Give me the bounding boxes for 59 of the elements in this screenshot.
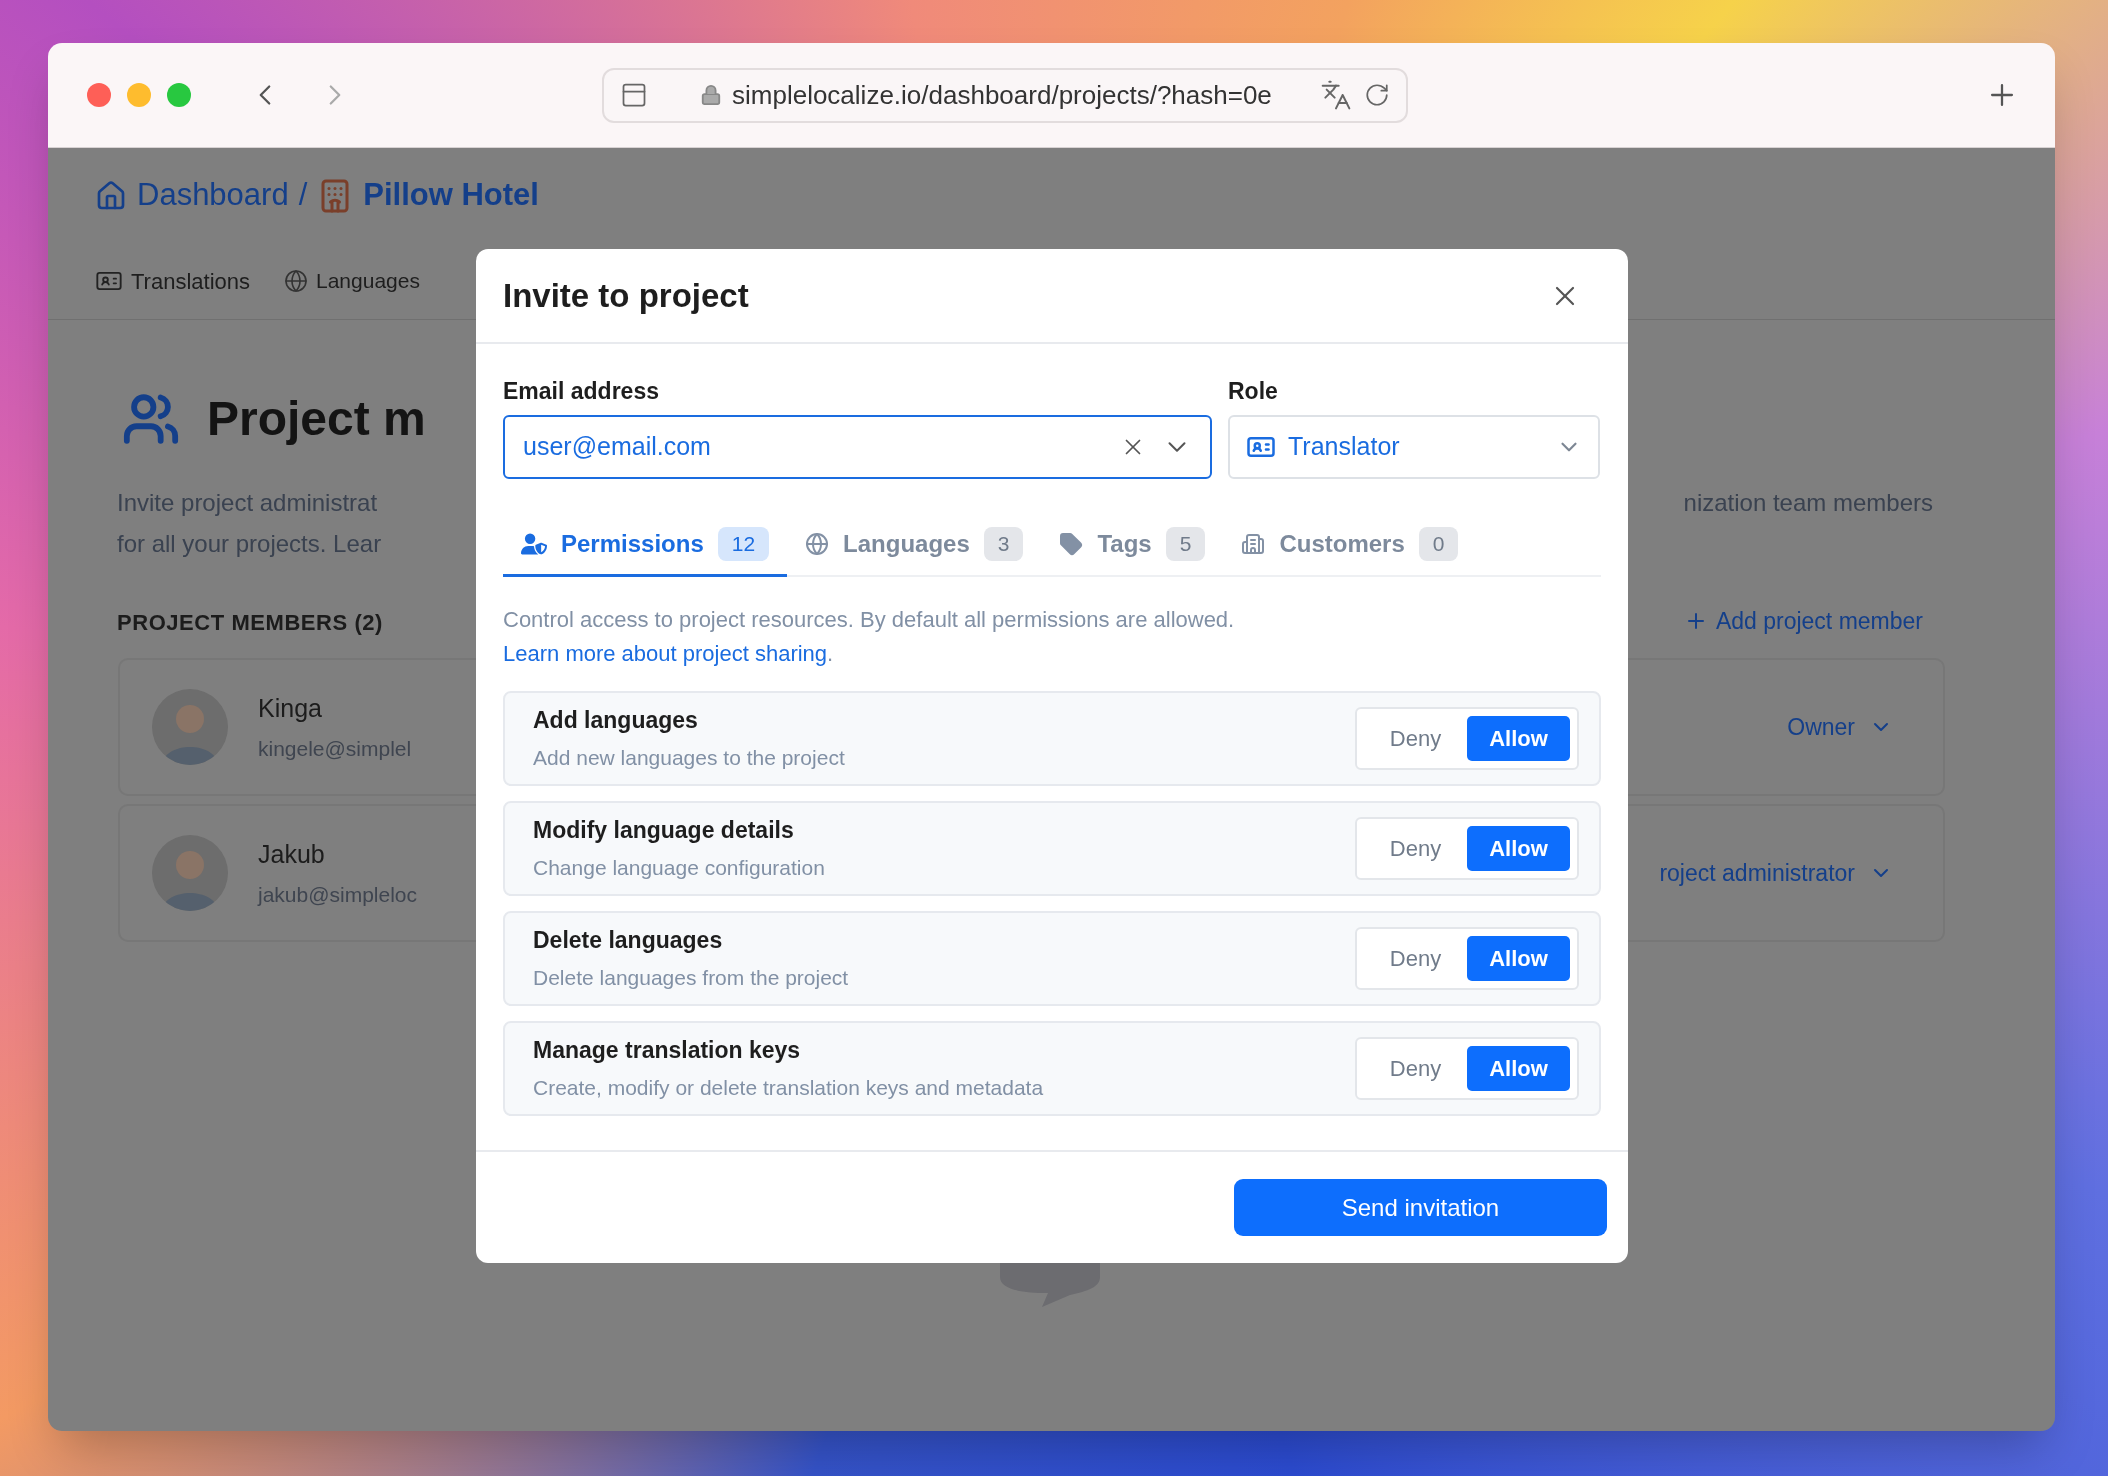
dialog-tab[interactable]: Tags 5 <box>1041 514 1224 577</box>
page-tab[interactable]: Translations <box>131 264 250 298</box>
reload-icon[interactable] <box>1364 82 1390 108</box>
section-title: PROJECT MEMBERS (2) <box>116 609 384 636</box>
role-dropdown[interactable]: roject administrator <box>1659 855 1855 891</box>
field-label: Role <box>1228 377 1279 406</box>
breadcrumb-separator: / <box>298 176 308 215</box>
globe-icon <box>805 532 830 556</box>
member-email: jakub@simpleloc <box>258 882 418 908</box>
tag-icon <box>1059 532 1084 556</box>
field-label: Email address <box>503 377 660 406</box>
permission-subtitle: Delete languages from the project <box>533 964 849 991</box>
permission-title: Add languages <box>533 706 699 735</box>
page-description: nization team members <box>1683 488 1933 518</box>
count-badge: 0 <box>1418 527 1459 561</box>
email-field[interactable]: user@email.com <box>503 414 1212 479</box>
globe-icon <box>284 269 308 293</box>
user-shield-icon <box>521 531 547 557</box>
page-tab[interactable]: Languages <box>316 265 420 297</box>
count-badge: 3 <box>983 527 1024 561</box>
close-window-button[interactable] <box>87 83 111 107</box>
send-invitation-button[interactable]: Send invitation <box>1234 1179 1607 1236</box>
permission-title: Modify language details <box>533 816 795 845</box>
learn-more-link[interactable]: Learn more about project sharing <box>503 640 828 666</box>
member-name: Kinga <box>258 692 323 724</box>
member-email: kingele@simplel <box>258 736 412 762</box>
permission-subtitle: Change language configuration <box>533 854 825 881</box>
add-member-link[interactable]: Add project member <box>1715 603 1923 639</box>
toggle-option[interactable]: Allow <box>1467 1045 1570 1091</box>
role-select[interactable]: Translator <box>1228 414 1600 479</box>
breadcrumb-current[interactable]: Pillow Hotel <box>363 172 539 219</box>
translate-icon[interactable] <box>1320 79 1352 111</box>
count-badge: 12 <box>717 527 770 561</box>
toggle-option[interactable]: Allow <box>1467 935 1570 981</box>
toggle-option[interactable]: Allow <box>1467 715 1570 761</box>
home-icon[interactable] <box>95 179 127 212</box>
sidebar-icon[interactable] <box>620 81 648 109</box>
page-description: for all your projects. Lear <box>117 529 383 559</box>
address-bar[interactable]: simplelocalize.io/dashboard/projects/?hash=0e <box>602 67 1408 123</box>
dialog-tab[interactable]: Languages 3 <box>787 514 1042 577</box>
page-heading: Project m <box>207 391 426 447</box>
building-icon <box>1241 532 1266 556</box>
toggle-option[interactable]: Allow <box>1467 825 1570 871</box>
dialog-title: Invite to project <box>503 275 749 316</box>
role-dropdown[interactable]: Owner <box>1787 709 1855 745</box>
dialog-tab[interactable]: Permissions 12 <box>503 514 788 577</box>
permission-subtitle: Create, modify or delete translation keys and metadata <box>533 1074 1044 1101</box>
permission-title: Delete languages <box>533 926 724 955</box>
chat-bubble-icon <box>1000 1263 1100 1307</box>
breadcrumb-link[interactable]: Dashboard <box>137 172 289 219</box>
member-name: Jakub <box>258 838 326 870</box>
lock-icon <box>700 84 722 106</box>
url-text: simplelocalize.io/dashboard/projects/?hash=0e <box>732 78 1272 112</box>
dialog-tab[interactable]: Customers 0 <box>1223 514 1477 577</box>
count-badge: 5 <box>1165 527 1206 561</box>
page-description: Invite project administrat <box>117 488 379 518</box>
permissions-description: Control access to project resources. By default all permissions are allowed. Learn more about project sharing. <box>503 605 1236 668</box>
permission-subtitle: Add new languages to the project <box>533 744 845 771</box>
permission-title: Manage translation keys <box>533 1036 802 1065</box>
